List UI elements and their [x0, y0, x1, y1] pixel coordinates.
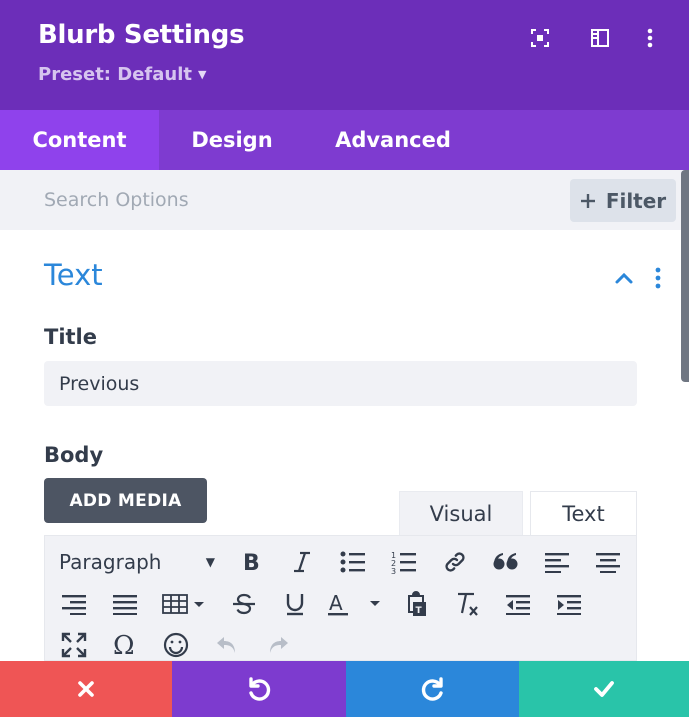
paste-text-icon[interactable]: T [399, 587, 433, 621]
fullscreen-icon[interactable] [528, 26, 552, 50]
section-more-icon[interactable] [649, 264, 667, 292]
svg-text:T: T [416, 606, 423, 616]
blockquote-icon[interactable] [489, 545, 523, 579]
undo-icon[interactable] [210, 628, 244, 662]
caret-down-icon: ▼ [205, 555, 215, 569]
table-icon[interactable] [160, 587, 208, 621]
align-left-icon[interactable] [540, 545, 574, 579]
fullscreen-icon[interactable] [57, 628, 91, 662]
emoji-icon[interactable] [159, 628, 193, 662]
cancel-button[interactable] [0, 661, 172, 717]
align-center-icon[interactable] [591, 545, 625, 579]
search-input[interactable] [44, 184, 544, 216]
check-icon [594, 681, 614, 697]
clear-formatting-icon[interactable] [450, 587, 484, 621]
underline-icon[interactable] [278, 587, 312, 621]
redo-icon[interactable] [261, 628, 295, 662]
align-justify-icon[interactable] [108, 587, 142, 621]
filter-label: Filter [605, 188, 667, 213]
plus-icon [580, 193, 595, 208]
outdent-icon[interactable] [501, 587, 535, 621]
svg-text:A: A [329, 592, 343, 615]
footer-actions [0, 661, 689, 717]
svg-text:B: B [243, 551, 260, 573]
tab-content[interactable]: Content [0, 110, 159, 170]
align-right-icon[interactable] [57, 587, 91, 621]
indent-icon[interactable] [552, 587, 586, 621]
section-title[interactable]: Text [44, 258, 103, 292]
title-input[interactable] [44, 361, 637, 406]
tab-text[interactable]: Text [530, 491, 637, 536]
modal-title: Blurb Settings [38, 20, 245, 50]
bullet-list-icon[interactable] [336, 545, 370, 579]
scrollbar[interactable] [681, 170, 689, 382]
strikethrough-icon[interactable] [227, 587, 261, 621]
close-icon [78, 681, 94, 697]
svg-text:Ω: Ω [113, 632, 135, 658]
preset-dropdown[interactable]: Preset: Default ▼ [38, 64, 206, 85]
tab-design[interactable]: Design [182, 110, 282, 170]
tab-visual[interactable]: Visual [399, 491, 523, 536]
format-select[interactable]: Paragraph ▼ [59, 546, 219, 578]
filter-button[interactable]: Filter [570, 179, 676, 222]
redo-button[interactable] [346, 661, 519, 717]
undo-button[interactable] [172, 661, 346, 717]
title-label: Title [44, 325, 98, 349]
save-button[interactable] [519, 661, 689, 717]
chevron-up-icon[interactable] [612, 266, 636, 290]
caret-down-icon: ▼ [197, 68, 207, 81]
undo-icon [249, 677, 271, 701]
sidebar-layout-icon[interactable] [588, 26, 612, 50]
settings-header: Blurb Settings Preset: Default ▼ [0, 0, 689, 110]
numbered-list-icon[interactable]: 1 2 3 [387, 545, 421, 579]
redo-icon [421, 677, 443, 701]
text-color-icon[interactable]: A [325, 587, 385, 621]
body-label: Body [44, 443, 104, 467]
add-media-button[interactable]: ADD MEDIA [44, 478, 207, 523]
more-vertical-icon[interactable] [638, 26, 662, 50]
tab-advanced[interactable]: Advanced [330, 110, 456, 170]
link-icon[interactable] [438, 545, 472, 579]
preset-label: Preset: Default [38, 64, 192, 85]
bold-icon[interactable]: B [234, 545, 268, 579]
format-select-value: Paragraph [59, 550, 162, 574]
italic-icon[interactable] [285, 545, 319, 579]
special-character-icon[interactable]: Ω [108, 628, 142, 662]
settings-tabs: Content Design Advanced [0, 110, 689, 170]
svg-text:3: 3 [391, 567, 396, 574]
